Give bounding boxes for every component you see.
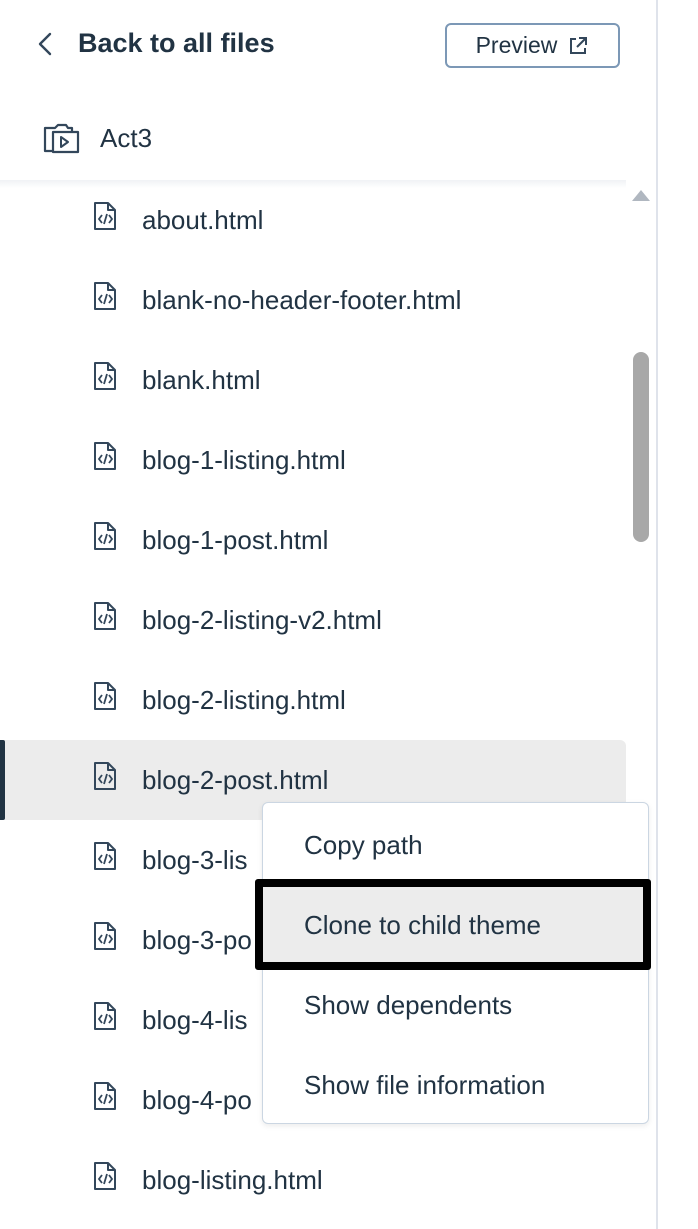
scrollbar-thumb[interactable] [633,352,649,542]
file-name: about.html [142,204,264,235]
menu-item-label: Show dependents [304,989,513,1020]
chevron-left-icon[interactable] [34,30,58,58]
theme-folder-icon [43,123,80,154]
file-row[interactable]: blog-2-listing.html [0,660,626,740]
scroll-up-arrow-icon[interactable] [632,190,650,201]
menu-item-label: Clone to child theme [304,909,542,940]
menu-item-label: Show file information [304,1069,546,1100]
menu-item-copy-path[interactable]: Copy path [263,805,650,885]
theme-name: Act3 [100,122,153,153]
code-file-icon [94,1082,116,1110]
code-file-icon [94,442,116,470]
file-name: blog-2-listing-v2.html [142,604,382,635]
file-name: blog-1-post.html [142,524,329,555]
file-name: blog-4-po [142,1084,252,1115]
code-file-icon [94,602,116,630]
code-file-icon [94,682,116,710]
code-file-icon [94,922,116,950]
file-name: blog-3-lis [142,844,248,875]
file-row[interactable]: blank.html [0,340,626,420]
code-file-icon [94,1162,116,1190]
file-name: blog-4-lis [142,1004,248,1035]
code-file-icon [94,842,116,870]
panel-divider [656,0,658,1229]
menu-item-label: Copy path [304,829,423,860]
file-name: blog-2-listing.html [142,684,346,715]
external-link-icon [570,36,588,54]
file-row[interactable]: blank-no-header-footer.html [0,260,626,340]
menu-item-show-file-information[interactable]: Show file information [263,1045,650,1125]
file-row[interactable]: blog-1-listing.html [0,420,626,500]
file-row[interactable]: blog-listing.html [0,1140,626,1220]
file-name: blank.html [142,364,261,395]
back-to-all-files-link[interactable]: Back to all files [78,28,275,59]
code-file-icon [94,522,116,550]
file-row[interactable]: blog-2-listing-v2.html [0,580,626,660]
file-name: blog-3-po [142,924,252,955]
preview-button[interactable]: Preview [445,23,620,68]
menu-item-show-dependents[interactable]: Show dependents [263,965,650,1045]
file-name: blank-no-header-footer.html [142,284,462,315]
file-row[interactable]: about.html [0,180,626,260]
code-file-icon [94,762,116,790]
preview-button-label: Preview [475,32,558,58]
file-row[interactable]: blog-1-post.html [0,500,626,580]
code-file-icon [94,282,116,310]
selected-row-indicator [0,740,5,820]
file-name: blog-2-post.html [142,764,329,795]
menu-item-clone-to-child-theme[interactable]: Clone to child theme [263,885,650,965]
code-file-icon [94,1002,116,1030]
code-file-icon [94,362,116,390]
theme-folder[interactable]: Act3 [42,118,152,158]
context-menu: Copy path Clone to child theme Show depe… [262,802,650,1125]
file-name: blog-1-listing.html [142,444,346,475]
file-name: blog-listing.html [142,1164,323,1195]
code-file-icon [94,202,116,230]
